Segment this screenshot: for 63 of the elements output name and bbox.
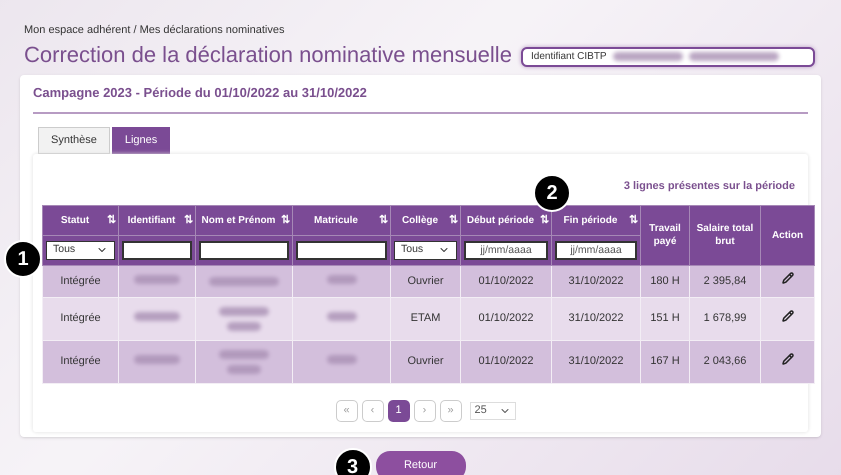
campaign-title: Campagne 2023 - Période du 01/10/2022 au 31/10/2022 bbox=[33, 84, 368, 102]
filter-select[interactable]: Tous bbox=[394, 240, 457, 260]
callout-number: 3 bbox=[334, 448, 372, 475]
page-size-select[interactable]: 25 bbox=[470, 402, 516, 420]
column-header[interactable]: Matricule ⇅ bbox=[292, 205, 390, 235]
table-cell: 31/10/2022 bbox=[552, 265, 640, 297]
row-count: 3 lignes présentes sur la période bbox=[624, 179, 795, 194]
filter-select[interactable]: Tous bbox=[46, 240, 115, 260]
redacted-value bbox=[134, 312, 180, 322]
column-header[interactable]: Fin période ⇅ bbox=[552, 205, 640, 235]
table-cell: 01/10/2022 bbox=[460, 297, 552, 340]
redacted-value bbox=[134, 274, 180, 284]
redacted-value bbox=[219, 306, 269, 316]
table-cell: Intégrée bbox=[42, 297, 118, 340]
tab[interactable]: Synthèse bbox=[38, 127, 110, 154]
table-cell: 31/10/2022 bbox=[552, 340, 640, 383]
page-button[interactable]: 1 bbox=[388, 400, 410, 422]
filter-field[interactable] bbox=[199, 240, 289, 260]
redacted-value bbox=[612, 52, 683, 61]
table-cell: ETAM bbox=[390, 297, 460, 340]
table-cell: 01/10/2022 bbox=[460, 340, 552, 383]
redacted-value bbox=[209, 276, 279, 286]
redacted-value bbox=[219, 350, 269, 358]
identifier-field: Identifiant CIBTP bbox=[521, 46, 815, 66]
redacted-value bbox=[326, 274, 356, 284]
edit-button[interactable] bbox=[782, 272, 794, 284]
filter-field[interactable]: jj/mm/aaaa bbox=[555, 240, 637, 260]
table-cell: Ouvrier bbox=[390, 265, 460, 297]
column-header: Travail payé bbox=[640, 205, 690, 265]
table-cell: 01/10/2022 bbox=[460, 265, 552, 297]
table-cell: Intégrée bbox=[42, 265, 118, 297]
column-header[interactable]: Début période ⇅ bbox=[460, 205, 552, 235]
column-header[interactable]: Nom et Prénom ⇅ bbox=[196, 205, 292, 235]
column-header[interactable]: Statut ⇅ bbox=[42, 205, 118, 235]
table-cell: 2 395,84 bbox=[690, 265, 760, 297]
filter-field[interactable] bbox=[296, 240, 387, 260]
column-header[interactable]: Identifiant ⇅ bbox=[118, 205, 196, 235]
breadcrumb: Mon espace adhérent / Mes déclarations nominatives bbox=[24, 23, 286, 38]
table-cell: Intégrée bbox=[42, 340, 118, 383]
column-header: Action bbox=[760, 205, 814, 265]
table-cell: 180 H bbox=[640, 265, 690, 297]
table-cell: 167 H bbox=[640, 340, 690, 383]
column-header: Salaire total brut bbox=[690, 205, 760, 265]
redacted-value bbox=[326, 355, 356, 364]
table-cell: 1 678,99 bbox=[690, 297, 760, 340]
redacted-value bbox=[227, 322, 261, 330]
callout-number: 2 bbox=[533, 174, 571, 212]
table-cell: 151 H bbox=[640, 297, 690, 340]
redacted-value bbox=[227, 364, 261, 374]
redacted-value bbox=[326, 312, 356, 322]
filter-field[interactable] bbox=[122, 240, 192, 260]
table-cell: Ouvrier bbox=[390, 340, 460, 383]
filter-field[interactable]: jj/mm/aaaa bbox=[464, 240, 548, 260]
redacted-value bbox=[134, 355, 180, 364]
column-header[interactable]: Collège ⇅ bbox=[390, 205, 460, 235]
back-button[interactable]: Retour bbox=[376, 450, 466, 475]
tab[interactable]: Lignes bbox=[112, 127, 170, 154]
page-title: Correction de la déclaration nominative mensuelle bbox=[24, 40, 512, 68]
callout-number: 1 bbox=[4, 240, 42, 278]
table-cell: 31/10/2022 bbox=[552, 297, 640, 340]
edit-button[interactable] bbox=[782, 352, 794, 365]
edit-button[interactable] bbox=[782, 310, 794, 322]
table-cell: 2 043,66 bbox=[690, 340, 760, 383]
